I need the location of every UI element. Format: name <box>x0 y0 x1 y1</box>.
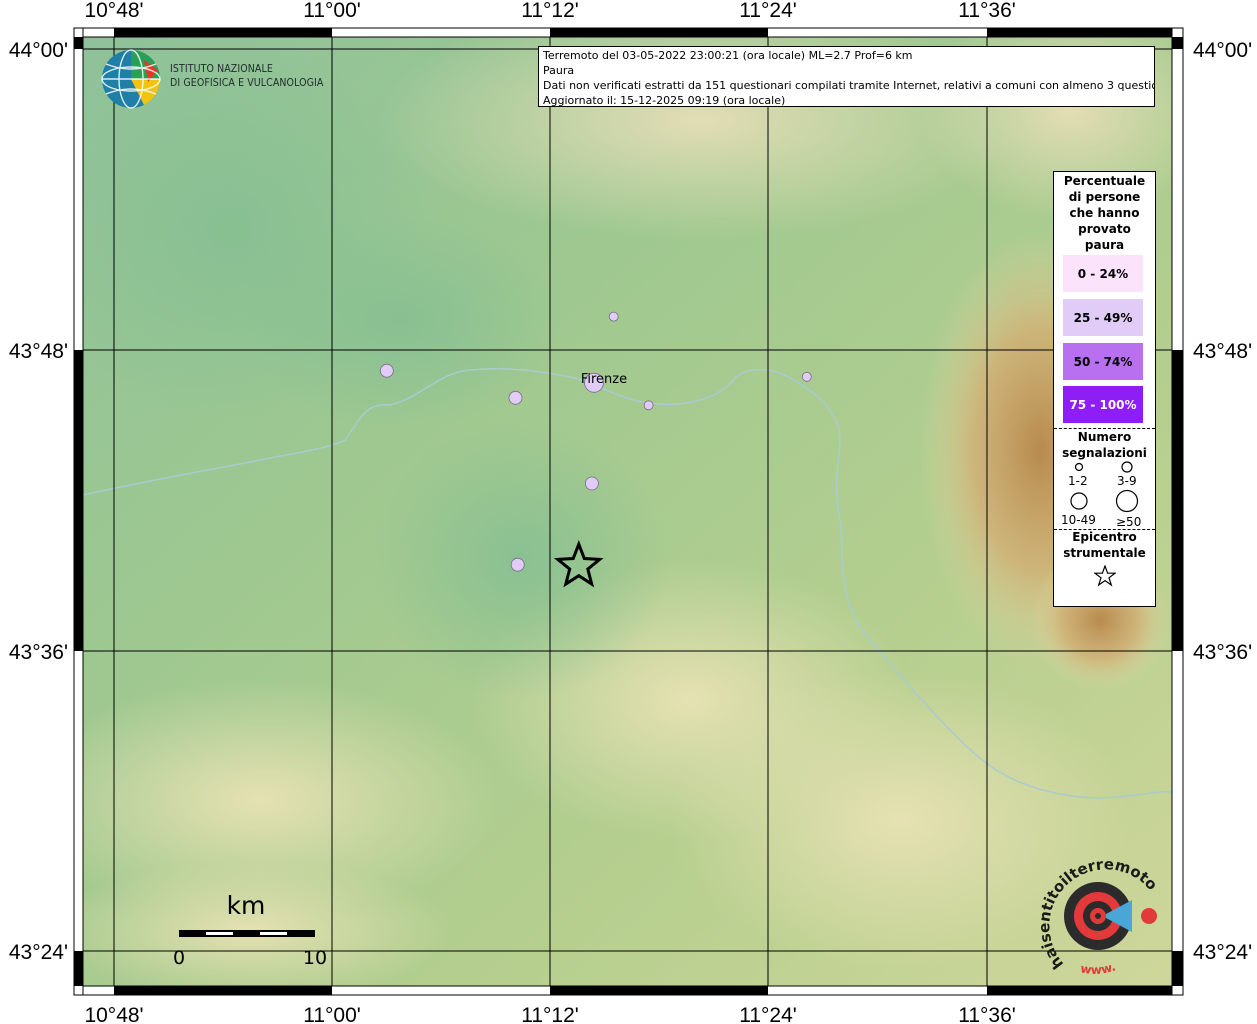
haisentito-badge: haisentitoilterremoto.it www. <box>1028 838 1162 982</box>
legend-count-label: ≥50 <box>1116 515 1142 529</box>
right-tick-label: 44°00' <box>1193 39 1252 62</box>
left-tick-label: 43°36' <box>9 641 68 664</box>
legend-class-label: 75 - 100% <box>1069 397 1137 412</box>
legend-class-swatch: 75 - 100% <box>1063 386 1143 423</box>
top-tick-label: 11°00' <box>303 0 361 22</box>
right-tick-label: 43°36' <box>1193 641 1252 664</box>
bottom-tick-label: 10°48' <box>84 1004 143 1024</box>
legend-title: Percentuale di persone che hanno provato… <box>1054 173 1155 253</box>
legend-title-line: Percentuale <box>1063 174 1146 188</box>
legend-epicenter-title: Epicentro strumentale <box>1054 529 1155 561</box>
legend-title-line: di persone <box>1068 190 1141 204</box>
city-label: Firenze <box>581 372 627 387</box>
bottom-tick-label: 11°24' <box>739 1004 797 1024</box>
bottom-tick-label: 11°00' <box>303 1004 361 1024</box>
bottom-tick-label: 11°12' <box>521 1004 579 1024</box>
right-tick-label: 43°48' <box>1193 340 1252 363</box>
data-note: Dati non verificati estratti da 151 ques… <box>543 79 1155 92</box>
legend-epicenter-title-line: strumentale <box>1063 546 1146 560</box>
report-marker <box>643 400 654 411</box>
event-header: Terremoto del 03-05-2022 23:00:21 (ora l… <box>543 49 913 62</box>
scale-max-label: 10 <box>303 947 327 969</box>
logo-line-1: ISTITUTO NAZIONALE <box>170 62 273 75</box>
legend-size-circle-10-49 <box>1070 492 1088 510</box>
ingv-logo-text: ISTITUTO NAZIONALE DI GEOFISICA E VULCAN… <box>170 62 323 90</box>
legend: Percentuale di persone che hanno provato… <box>1053 171 1156 607</box>
logo-line-2: DI GEOFISICA E VULCANOLOGIA <box>170 76 324 89</box>
left-axis-labels: 44°00' 43°48' 43°36' 43°24' <box>9 39 68 964</box>
report-marker <box>510 557 525 572</box>
legend-size-circle-1-2 <box>1074 462 1084 472</box>
legend-star-icon <box>1094 565 1116 587</box>
scale-unit: km <box>227 891 266 920</box>
legend-class-swatch: 0 - 24% <box>1063 255 1143 292</box>
legend-size-circle-50 <box>1115 489 1139 513</box>
top-tick-label: 11°12' <box>521 0 579 22</box>
right-tick-label: 43°24' <box>1193 941 1252 964</box>
top-tick-label: 11°36' <box>958 0 1016 22</box>
bottom-axis-labels: 10°48' 11°00' 11°12' 11°24' 11°36' <box>84 1004 1015 1024</box>
legend-title-line: paura <box>1084 238 1125 252</box>
legend-size-circle-3-9 <box>1121 461 1133 473</box>
report-marker <box>608 311 619 322</box>
legend-count-title-line: segnalazioni <box>1062 446 1147 460</box>
legend-count-label: 3-9 <box>1117 474 1137 488</box>
legend-count-label: 10-49 <box>1061 513 1096 527</box>
left-tick-label: 44°00' <box>9 39 68 62</box>
map-type: Paura <box>543 64 575 77</box>
report-marker <box>379 363 394 378</box>
update-time: Aggiornato il: 15-12-2025 09:19 (ora loc… <box>543 94 786 107</box>
legend-epicenter-title-line: Epicentro <box>1072 530 1137 544</box>
haisentito-logo-icon: haisentitoilterremoto.it www. <box>1028 838 1161 977</box>
bottom-tick-label: 11°36' <box>958 1004 1016 1024</box>
report-marker <box>801 371 812 382</box>
legend-class-swatch: 25 - 49% <box>1063 299 1143 336</box>
top-axis-labels: 10°48' 11°00' 11°12' 11°24' 11°36' <box>84 0 1015 22</box>
report-marker <box>585 476 599 491</box>
scale-min-label: 0 <box>173 947 185 969</box>
legend-count-label: 1-2 <box>1068 474 1088 488</box>
legend-class-label: 50 - 74% <box>1073 354 1133 369</box>
legend-class-label: 0 - 24% <box>1077 266 1129 281</box>
left-tick-label: 43°24' <box>9 941 68 964</box>
legend-count-title: Numero segnalazioni <box>1054 429 1155 461</box>
top-tick-label: 11°24' <box>739 0 797 22</box>
svg-text:www.: www. <box>1079 959 1117 977</box>
legend-class-label: 25 - 49% <box>1073 310 1133 325</box>
right-axis-labels: 44°00' 43°48' 43°36' 43°24' <box>1193 39 1252 964</box>
event-info-box: Terremoto del 03-05-2022 23:00:21 (ora l… <box>538 46 1155 107</box>
legend-count-title-line: Numero <box>1077 430 1132 444</box>
legend-title-line: che hanno <box>1069 206 1140 220</box>
badge-www: www. <box>1079 959 1117 977</box>
report-marker <box>508 390 523 405</box>
left-tick-label: 43°48' <box>9 340 68 363</box>
terrain-background <box>83 37 1172 986</box>
top-tick-label: 10°48' <box>84 0 143 22</box>
legend-title-line: provato <box>1078 222 1131 236</box>
ingv-logo: ISTITUTO NAZIONALE DI GEOFISICA E VULCAN… <box>100 48 340 110</box>
ingv-globe-icon <box>101 49 161 109</box>
legend-class-swatch: 50 - 74% <box>1063 343 1143 380</box>
